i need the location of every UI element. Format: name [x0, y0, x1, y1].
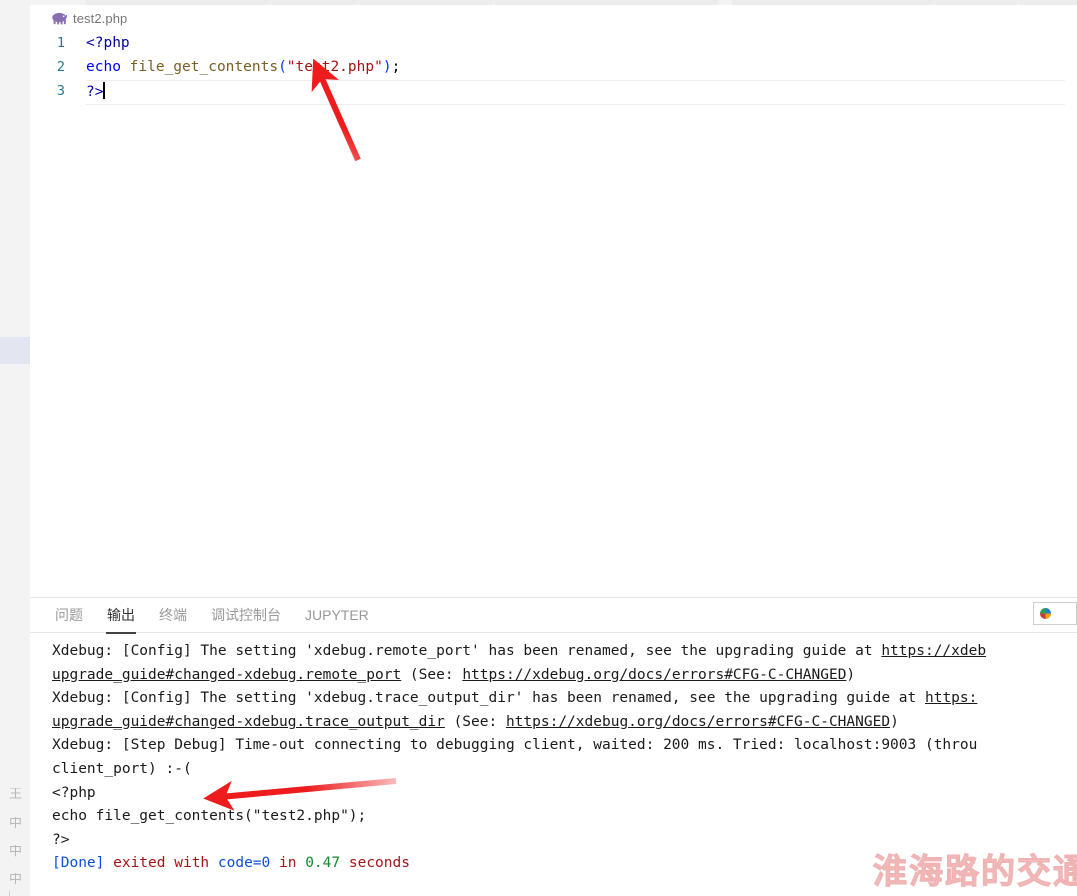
code-token: file_get_contents — [129, 59, 279, 75]
output-line: echo file_get_contents("test2.php"); — [52, 805, 1077, 829]
code-editor[interactable]: test2.php 1 <?php 2 echo file_get_contents(… — [30, 5, 1077, 597]
output-link[interactable]: https://xdebug.org/docs/errors#CFG-C-CHA… — [462, 667, 846, 683]
sidebar-glyph-2[interactable]: 中 — [0, 845, 22, 858]
code-line-text[interactable]: <?php — [86, 35, 130, 51]
line-number: 2 — [56, 59, 65, 75]
output-text: echo file_get_contents("test2.php"); — [52, 808, 367, 825]
output-text: ) — [890, 713, 899, 730]
output-text: 0.47 — [305, 855, 341, 872]
output-text: exited with — [104, 855, 218, 872]
panel-actions[interactable] — [1033, 602, 1077, 625]
panel-tab-2[interactable]: 终端 — [158, 602, 188, 637]
sidebar-selected-row[interactable] — [0, 337, 30, 364]
output-text: client_port) :-( — [52, 760, 192, 777]
output-text: Xdebug: [Config] The setting 'xdebug.rem… — [52, 643, 882, 659]
code-line-text[interactable]: ?> — [86, 82, 105, 100]
breadcrumb[interactable]: test2.php — [30, 5, 1077, 31]
output-text: ?> — [52, 831, 70, 848]
output-line: upgrade_guide#changed-xdebug.remote_port… — [52, 664, 1077, 688]
output-line: <?php — [52, 782, 1077, 806]
current-line-border — [86, 104, 1065, 105]
output-text: Xdebug: [Step Debug] Time-out connecting… — [52, 737, 978, 754]
output-link[interactable]: https://xdebug.org/docs/errors#CFG-C-CHA… — [506, 714, 890, 730]
output-link[interactable]: upgrade_guide#changed-xdebug.trace_outpu… — [52, 714, 445, 730]
code-line[interactable]: 3 ?> — [30, 79, 1077, 103]
output-link[interactable]: https://xdeb — [881, 643, 986, 659]
output-text: <?php — [52, 784, 96, 801]
line-number: 3 — [56, 83, 65, 99]
code-token: ?> — [86, 84, 104, 100]
panel-tab-1[interactable]: 输出 — [106, 602, 136, 637]
output-channel-color-icon — [1040, 608, 1051, 619]
output-view[interactable]: Xdebug: [Config] The setting 'xdebug.rem… — [30, 633, 1077, 895]
output-text: seconds — [340, 855, 410, 872]
output-text: in — [270, 855, 306, 872]
code-line[interactable]: 1 <?php — [30, 31, 1077, 55]
code-token: echo — [86, 59, 130, 75]
sidebar-tick — [9, 891, 10, 896]
output-text: [Done] — [52, 855, 105, 872]
code-token: ; — [391, 59, 401, 75]
breadcrumb-file-label[interactable]: test2.php — [73, 11, 127, 26]
panel-tab-bar[interactable]: 问题 输出 终端 调试控制台 JUPYTER — [30, 598, 1077, 634]
code-lines-container[interactable]: 1 <?php 2 echo file_get_contents("test2.php… — [30, 31, 1077, 597]
vscode-window: 王 中 中 中 test2.php 1 <?php 2 echo file_ge… — [0, 0, 1077, 896]
php-elephant-icon — [52, 12, 67, 25]
output-text: code=0 — [217, 855, 271, 872]
code-line-text[interactable]: echo file_get_contents("test2.php"); — [86, 59, 400, 75]
output-line: client_port) :-( — [52, 758, 1077, 782]
bottom-panel[interactable]: 问题 输出 终端 调试控制台 JUPYTER Xdebug: [Config] The … — [30, 597, 1077, 896]
output-text: (See: — [444, 713, 506, 730]
output-link[interactable]: https: — [925, 690, 977, 706]
panel-tab-4[interactable]: JUPYTER — [304, 602, 370, 637]
sidebar-glyph-1[interactable]: 中 — [0, 817, 22, 830]
activity-bar-strip[interactable]: 王 中 中 中 — [0, 5, 30, 896]
code-line[interactable]: 2 echo file_get_contents("test2.php"); — [30, 55, 1077, 79]
output-line: Xdebug: [Config] The setting 'xdebug.rem… — [52, 640, 1077, 664]
panel-tab-0[interactable]: 问题 — [54, 602, 84, 637]
line-number: 1 — [56, 35, 65, 51]
code-token: <?php — [86, 35, 130, 51]
sidebar-glyph-0[interactable]: 王 — [0, 788, 22, 801]
panel-tab-3[interactable]: 调试控制台 — [210, 602, 282, 637]
output-text: Xdebug: [Config] The setting 'xdebug.tra… — [52, 690, 925, 707]
sidebar-glyph-3[interactable]: 中 — [0, 873, 22, 886]
output-link[interactable]: upgrade_guide#changed-xdebug.remote_port — [52, 667, 401, 683]
output-text: ) — [846, 666, 856, 683]
output-line: Xdebug: [Step Debug] Time-out connecting… — [52, 734, 1077, 758]
text-cursor — [103, 82, 105, 99]
code-token: ( — [278, 59, 287, 75]
watermark-text: 淮海路的交通 — [873, 852, 1077, 893]
output-line: upgrade_guide#changed-xdebug.trace_outpu… — [52, 711, 1077, 735]
output-channel-select[interactable] — [1033, 602, 1077, 625]
output-line: Xdebug: [Config] The setting 'xdebug.tra… — [52, 687, 1077, 711]
code-token: "test2.php" — [286, 59, 383, 75]
code-token: ) — [382, 59, 392, 75]
output-text: (See: — [401, 666, 463, 683]
